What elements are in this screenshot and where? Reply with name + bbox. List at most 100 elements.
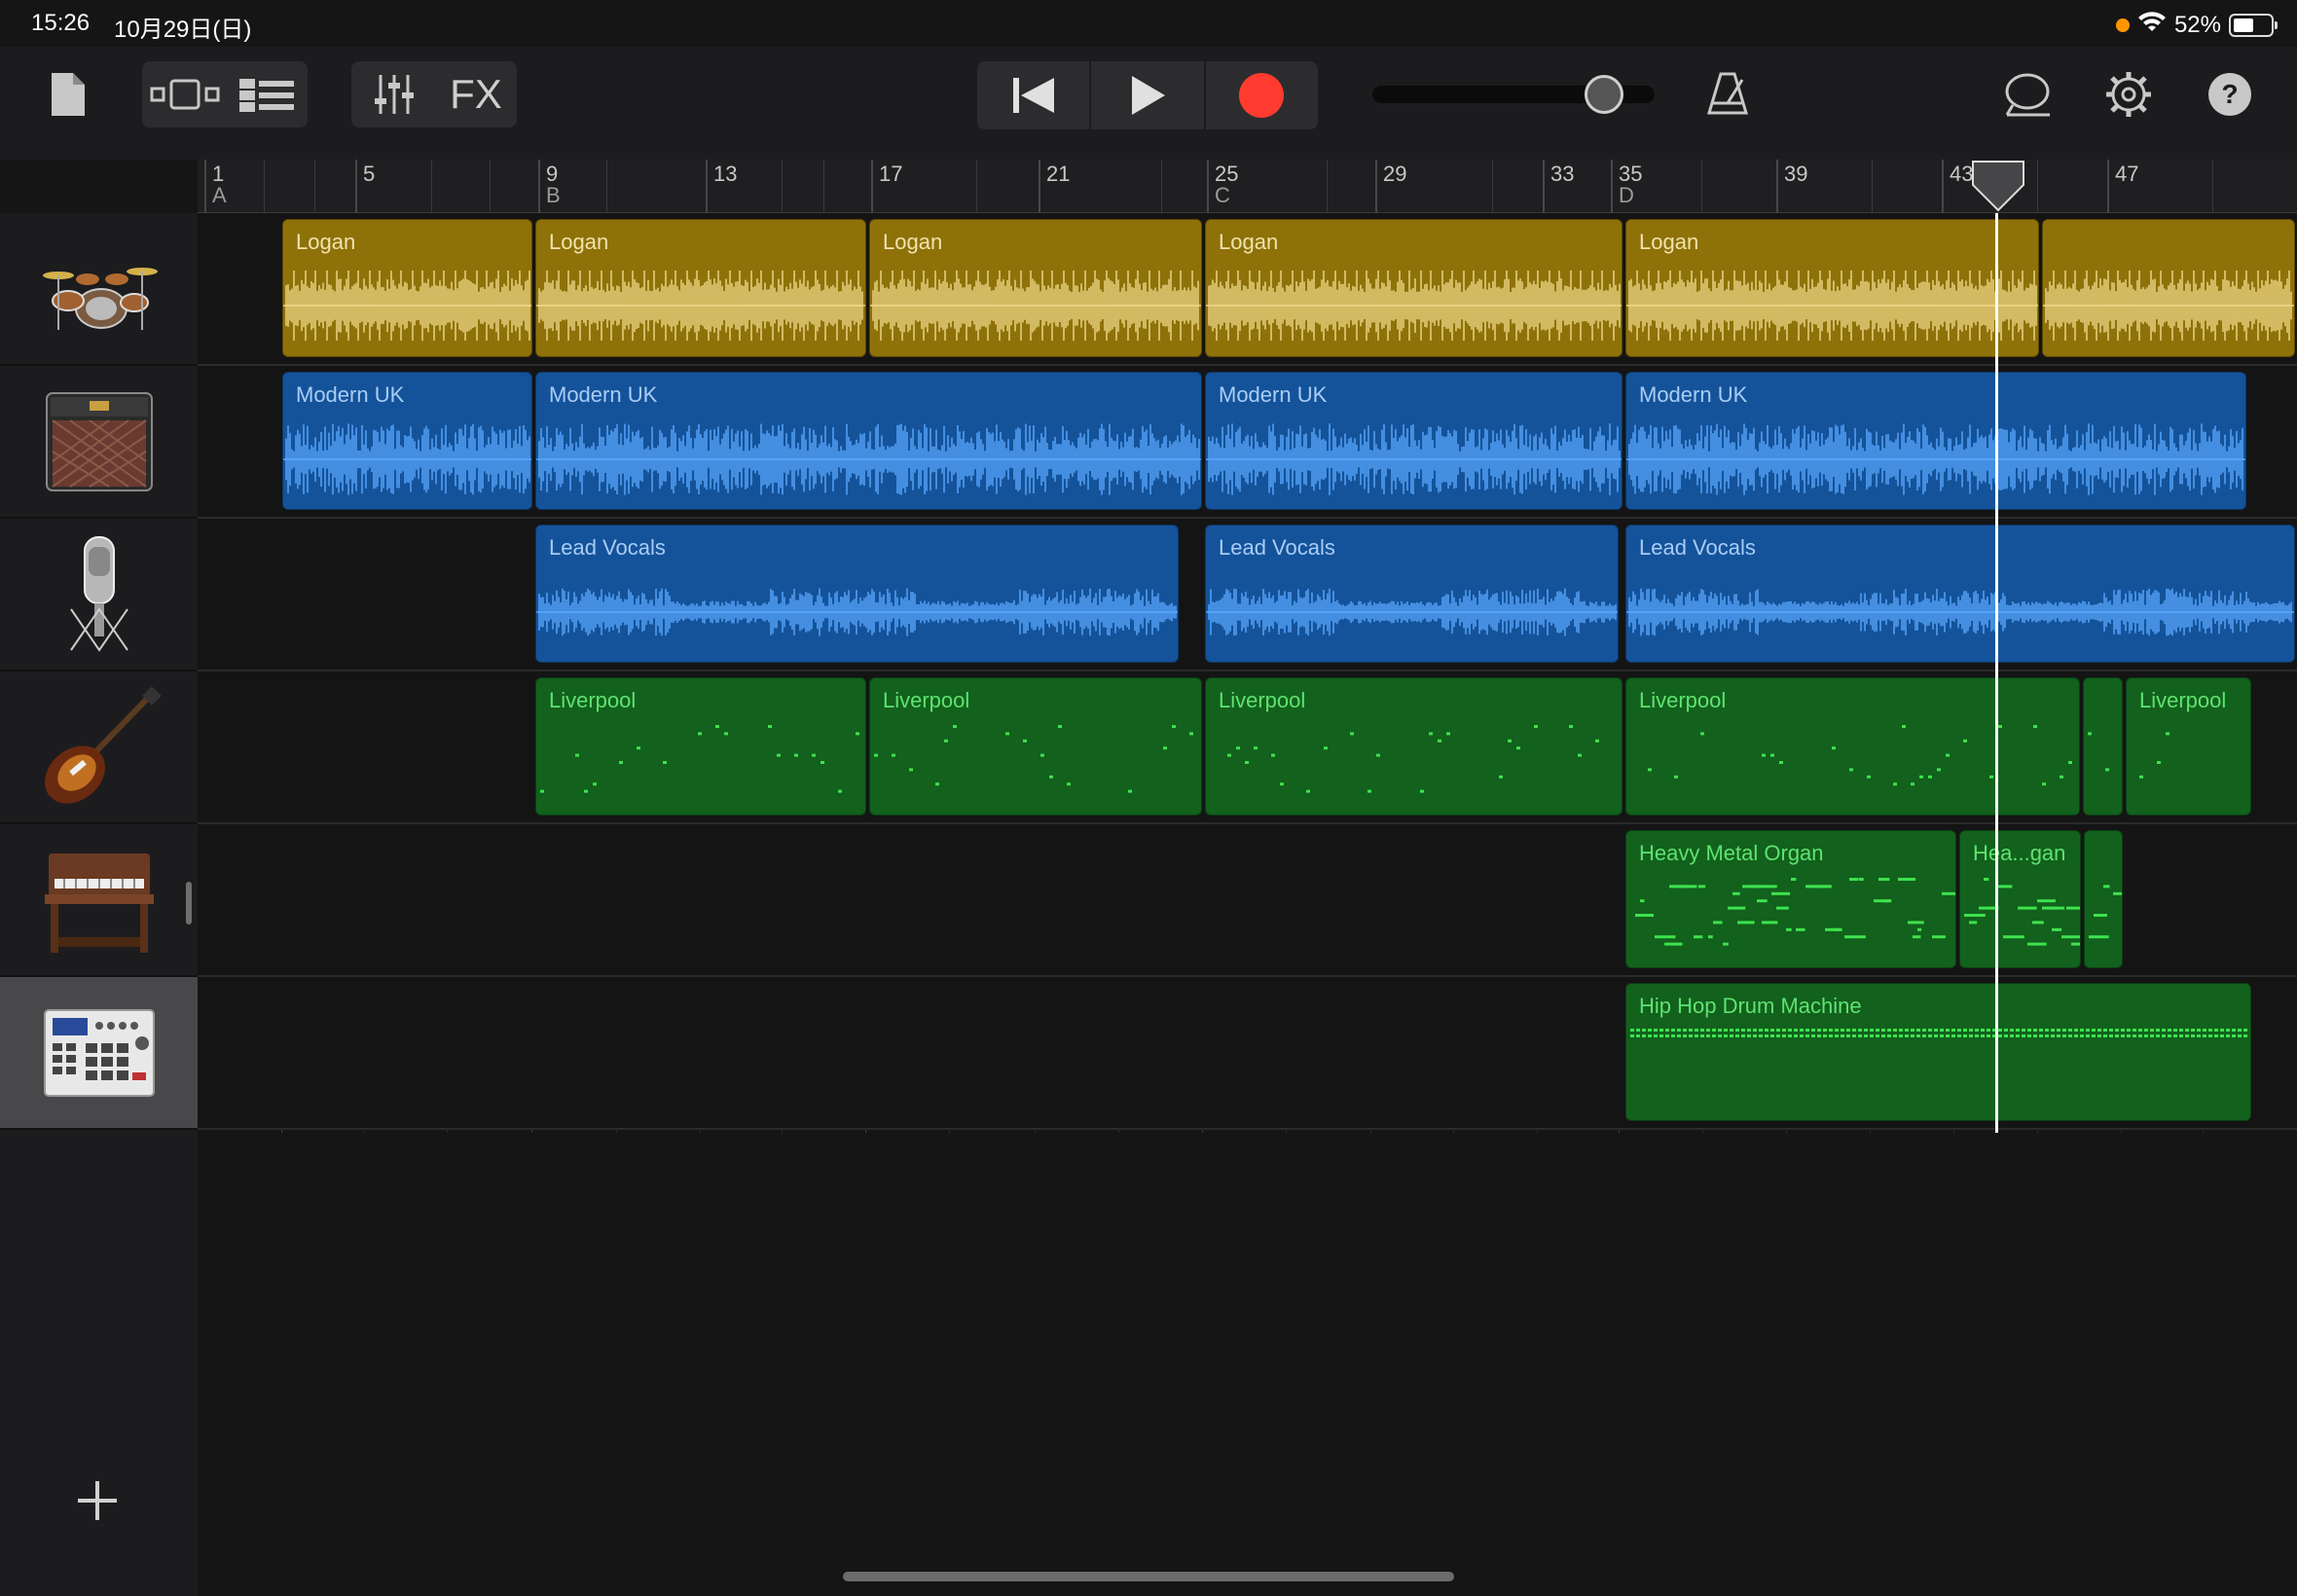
playhead[interactable]: [1995, 213, 1998, 1133]
settings-icon[interactable]: [2102, 61, 2155, 127]
region-name: Liverpool: [1639, 688, 1727, 712]
region[interactable]: Modern UK: [1205, 372, 1622, 510]
region[interactable]: Logan: [869, 219, 1202, 357]
region[interactable]: Hea...gan: [1959, 830, 2081, 968]
region[interactable]: Liverpool: [2126, 677, 2251, 816]
help-icon[interactable]: ?: [2204, 61, 2256, 127]
document-icon[interactable]: [43, 61, 91, 127]
region[interactable]: Logan: [1205, 219, 1622, 357]
ruler-tick: [1872, 160, 1873, 213]
region-name: Liverpool: [549, 688, 637, 712]
region-name: Logan: [1639, 230, 1699, 254]
record-button[interactable]: [1206, 61, 1318, 129]
region-name: Liverpool: [2139, 688, 2227, 712]
ruler-tick: [431, 160, 432, 213]
master-volume-slider[interactable]: [1372, 75, 1655, 114]
ruler-bar-number: 33: [1550, 162, 1575, 186]
mic-in-use-indicator: [2115, 18, 2130, 32]
ruler-section-label: C: [1215, 183, 1230, 207]
microphone-icon: [69, 535, 128, 652]
ruler-section-label: D: [1619, 183, 1634, 207]
track-header-vocals[interactable]: [0, 519, 198, 671]
region[interactable]: Liverpool: [535, 677, 866, 816]
region-name: Hip Hop Drum Machine: [1639, 994, 1862, 1018]
record-icon: [1239, 73, 1285, 118]
region[interactable]: Heavy Metal Organ: [1625, 830, 1956, 968]
track-header-drums[interactable]: [0, 213, 198, 366]
ruler-bar-line: [538, 160, 540, 213]
ruler-bar-number: 43: [1950, 162, 1974, 186]
header-resize-handle[interactable]: [186, 882, 192, 925]
status-time: 15:26: [31, 10, 91, 36]
rewind-icon: [1012, 78, 1054, 113]
track-header-drum-machine[interactable]: [0, 977, 198, 1130]
ruler-bar-line: [1543, 160, 1545, 213]
region[interactable]: Logan: [1625, 219, 2040, 357]
ruler-bar-line: [871, 160, 873, 213]
track-view-icon[interactable]: [230, 61, 304, 127]
region[interactable]: Liverpool: [1625, 677, 2080, 816]
region[interactable]: Logan: [535, 219, 866, 357]
ruler-bar-line: [1375, 160, 1377, 213]
region[interactable]: Hip Hop Drum Machine: [1625, 983, 2251, 1121]
region-name: Liverpool: [1219, 688, 1306, 712]
region-name: Heavy Metal Organ: [1639, 841, 1824, 865]
add-track-button[interactable]: [68, 1471, 127, 1530]
ruler-bar-line: [1207, 160, 1209, 213]
volume-knob[interactable]: [1585, 75, 1623, 114]
plus-icon: [78, 1481, 117, 1520]
region[interactable]: Lead Vocals: [1625, 525, 2295, 663]
rewind-button[interactable]: [977, 61, 1092, 129]
view-toggle-icon[interactable]: [148, 61, 222, 127]
region[interactable]: Modern UK: [282, 372, 532, 510]
track-header-bass[interactable]: [0, 671, 198, 824]
metronome-icon[interactable]: [1701, 61, 1754, 127]
region[interactable]: [2084, 830, 2123, 968]
fx-button[interactable]: FX: [439, 61, 513, 127]
wifi-icon: [2137, 10, 2167, 40]
playhead-handle[interactable]: [1971, 160, 2025, 217]
ruler-tick: [1327, 160, 1328, 213]
ruler-tick: [606, 160, 607, 213]
ruler-bar-line: [2107, 160, 2109, 213]
region-name: Modern UK: [549, 382, 658, 407]
region[interactable]: [2042, 219, 2295, 357]
track-header-organ[interactable]: [0, 824, 198, 977]
status-right: 52%: [2115, 10, 2278, 40]
drum-kit-icon: [42, 267, 158, 330]
track-area[interactable]: Logan Logan Logan Logan Logan Modern UK Modern…: [198, 213, 2297, 1596]
region-name: Logan: [549, 230, 609, 254]
mixer-icon[interactable]: [357, 61, 431, 127]
home-indicator[interactable]: [843, 1572, 1454, 1581]
ruler-tick: [782, 160, 783, 213]
ruler-tick: [264, 160, 265, 213]
ruler-tick: [2037, 160, 2038, 213]
ruler-bar-number: 13: [713, 162, 738, 186]
ruler-bar-line: [1776, 160, 1778, 213]
ruler-bar-number: 21: [1046, 162, 1071, 186]
transport-controls: [977, 61, 1318, 129]
loop-browser-icon[interactable]: [2001, 61, 2054, 127]
region[interactable]: Logan: [282, 219, 532, 357]
guitar-amp-icon: [45, 391, 153, 491]
view-toggle-group: [142, 61, 308, 127]
ruler-tick: [1161, 160, 1162, 213]
region[interactable]: Liverpool: [869, 677, 1202, 816]
ruler-section-label: A: [212, 183, 227, 207]
play-button[interactable]: [1091, 61, 1206, 129]
region-name: Modern UK: [1219, 382, 1328, 407]
region-name: Logan: [296, 230, 356, 254]
region-name: Hea...gan: [1973, 841, 2066, 865]
organ-icon: [44, 852, 154, 953]
track-header-amp[interactable]: [0, 366, 198, 519]
region[interactable]: Liverpool: [1205, 677, 1622, 816]
ruler-bar-number: 5: [363, 162, 376, 186]
status-date: 10月29日(日): [114, 17, 252, 43]
ruler-tick: [1701, 160, 1702, 213]
region[interactable]: Modern UK: [535, 372, 1202, 510]
region[interactable]: [2083, 677, 2123, 816]
region[interactable]: Lead Vocals: [535, 525, 1179, 663]
timeline-ruler[interactable]: 1 A 5 9 B 13 17 21 25 C 29 33 35 D 39 43 47: [198, 160, 2297, 213]
region[interactable]: Lead Vocals: [1205, 525, 1619, 663]
region[interactable]: Modern UK: [1625, 372, 2246, 510]
